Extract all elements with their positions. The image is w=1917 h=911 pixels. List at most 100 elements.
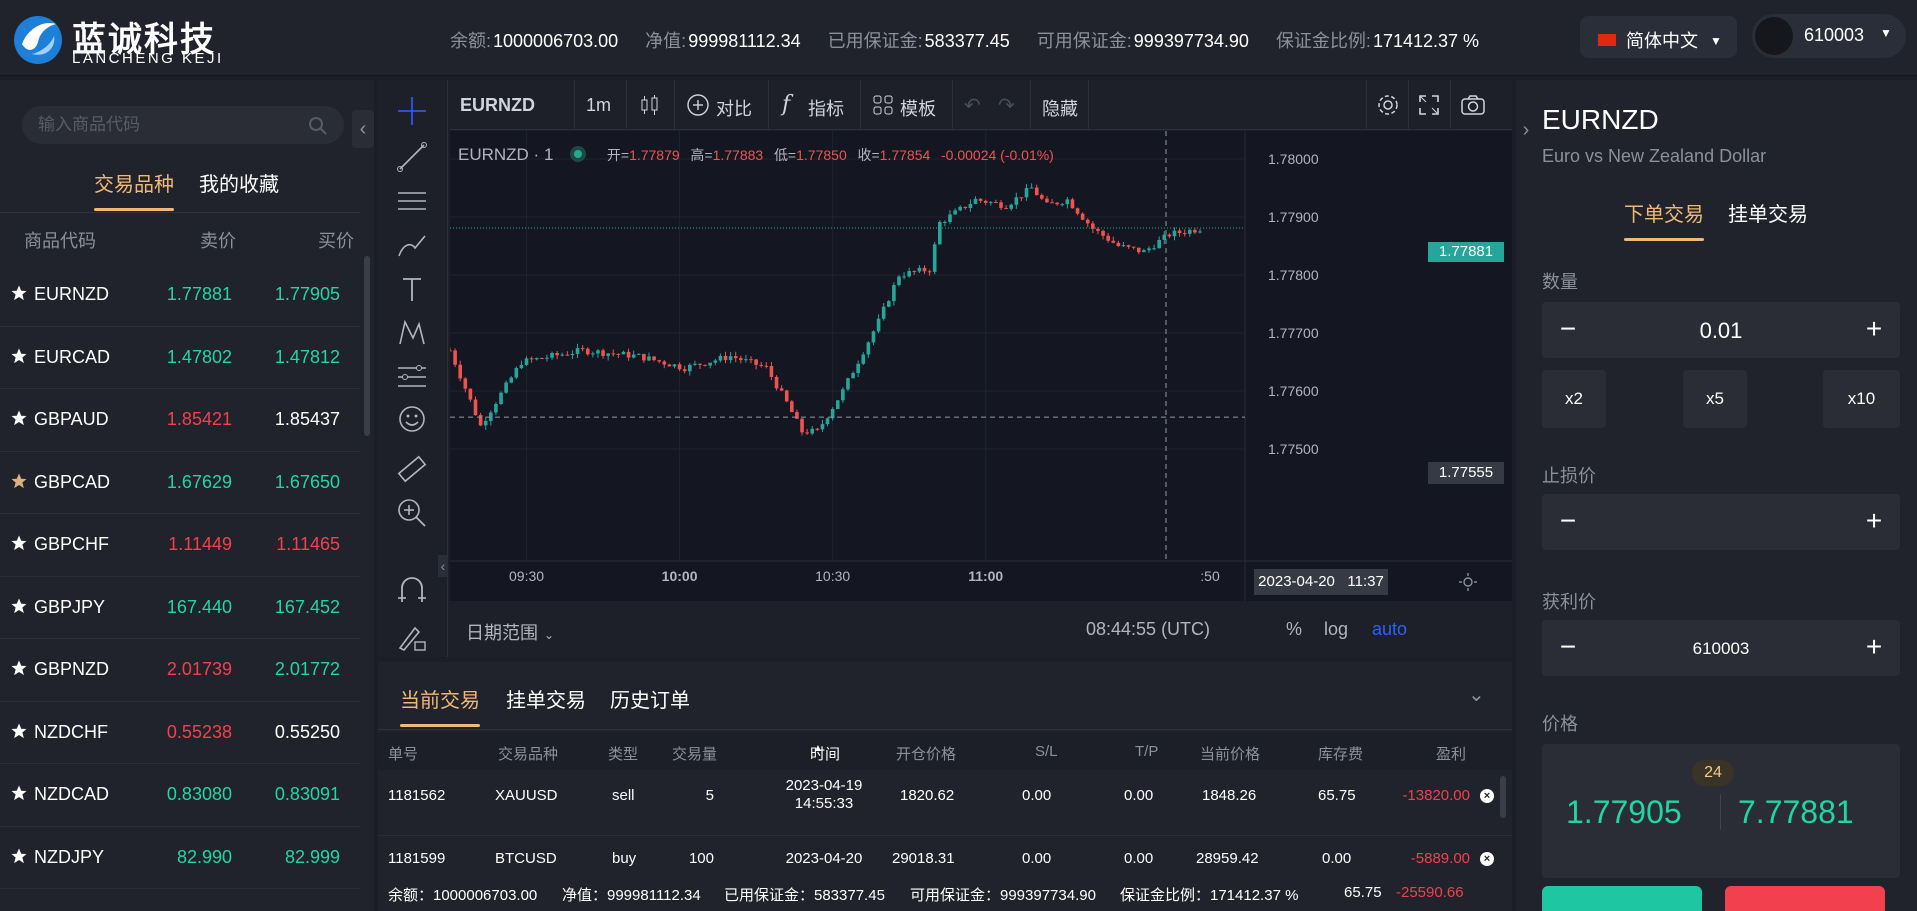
orders-scrollbar[interactable] — [1500, 776, 1506, 818]
tab-trading-symbols[interactable]: 交易品种 — [94, 168, 174, 211]
lock-drawing-icon[interactable] — [395, 620, 429, 654]
tab-current-trades[interactable]: 当前交易 — [400, 684, 480, 727]
fib-icon[interactable] — [395, 360, 429, 394]
list-item[interactable]: GBPJPY 167.440 167.452 — [0, 577, 360, 639]
quantity-value[interactable]: 0.01 — [1602, 318, 1840, 344]
brush-icon[interactable] — [395, 228, 429, 262]
zoom-in-icon[interactable] — [395, 496, 429, 530]
list-item[interactable]: EURNZD 1.77881 1.77905 — [0, 264, 360, 327]
table-row[interactable]: 1181562 XAUUSD sell 5 2023-04-19 14:55:3… — [378, 772, 1512, 836]
stat-balance: 余额: 1000006703.00 — [450, 27, 618, 53]
candle-body — [784, 390, 789, 402]
candle-type-icon[interactable] — [638, 93, 662, 117]
crosshair-icon[interactable] — [395, 94, 429, 128]
divider — [1088, 80, 1089, 130]
list-item[interactable]: EURCAD 1.47802 1.47812 — [0, 327, 360, 389]
multiplier-x2-button[interactable]: x2 — [1542, 370, 1606, 428]
close-position-icon[interactable]: × — [1480, 789, 1494, 803]
plus-icon[interactable]: + — [1858, 506, 1890, 538]
collapse-left-button[interactable]: ‹ — [352, 110, 374, 148]
bid-price: 1.77905 — [1566, 794, 1682, 830]
price-chart[interactable]: 1.78000 1.77900 1.77800 1.77700 1.77600 1.775… — [450, 131, 1512, 601]
compare-button[interactable]: 对比 — [682, 80, 762, 130]
log-scale-button[interactable]: log — [1324, 619, 1348, 640]
list-item[interactable]: NZDCHF 0.55238 0.55250 — [0, 702, 360, 764]
percent-scale-button[interactable]: % — [1286, 619, 1302, 640]
indicators-label: 指标 — [808, 99, 844, 119]
plus-icon[interactable]: + — [1858, 632, 1890, 664]
star-icon[interactable] — [10, 847, 28, 865]
list-item[interactable]: GBPCAD 1.67629 1.67650 — [0, 452, 360, 514]
tab-favorites[interactable]: 我的收藏 — [199, 168, 279, 197]
language-select[interactable]: 简体中文 ▼ — [1580, 16, 1737, 58]
star-icon[interactable] — [10, 347, 28, 365]
plus-icon[interactable]: + — [1858, 314, 1890, 346]
caret-down-icon: ▼ — [1880, 26, 1892, 40]
minus-icon[interactable]: − — [1552, 314, 1584, 346]
interval-button[interactable]: 1m — [586, 95, 611, 116]
indicators-button[interactable]: f 指标 — [776, 80, 856, 130]
symbol-search-input[interactable] — [38, 106, 308, 144]
multiplier-x10-button[interactable]: x10 — [1823, 370, 1900, 428]
candle-body — [468, 388, 473, 400]
multiplier-x5-button[interactable]: x5 — [1683, 370, 1747, 428]
list-item[interactable]: NZDCAD 0.83080 0.83091 — [0, 764, 360, 827]
chart-symbol-button[interactable]: EURNZD — [460, 95, 535, 116]
minus-icon[interactable]: − — [1552, 506, 1584, 538]
stat-value: 999397734.90 — [1133, 31, 1249, 51]
list-item[interactable]: NZDJPY 82.990 82.999 — [0, 827, 360, 889]
redo-icon[interactable]: ↷ — [998, 93, 1015, 118]
list-item[interactable]: GBPCHF 1.11449 1.11465 — [0, 514, 360, 577]
candlestick-chart[interactable]: 1.78000 1.77900 1.77800 1.77700 1.77600 1.775… — [450, 131, 1512, 601]
ruler-icon[interactable] — [395, 452, 429, 486]
divider — [952, 80, 953, 130]
star-icon[interactable] — [10, 284, 28, 302]
star-icon[interactable] — [10, 409, 28, 427]
magnet-icon[interactable] — [395, 574, 429, 608]
user-menu[interactable]: 610003 ▼ — [1752, 14, 1906, 58]
clock[interactable]: 08:44:55 (UTC) — [1086, 619, 1210, 640]
list-item[interactable]: GBPNZD 2.01739 2.01772 — [0, 639, 360, 702]
auto-scale-button[interactable]: auto — [1372, 619, 1407, 640]
star-icon[interactable] — [10, 534, 28, 552]
star-icon[interactable] — [10, 659, 28, 677]
star-icon[interactable] — [10, 597, 28, 615]
collapse-toolbar-icon[interactable]: ‹ — [438, 555, 448, 577]
emoji-icon[interactable] — [395, 402, 429, 436]
scrollbar[interactable] — [364, 256, 370, 436]
star-icon[interactable] — [10, 722, 28, 740]
trend-line-icon[interactable] — [395, 140, 429, 174]
close-position-icon[interactable]: × — [1480, 852, 1494, 866]
date-range-button[interactable]: 日期范围 ⌄ — [466, 619, 554, 645]
star-icon[interactable] — [10, 784, 28, 802]
horizontal-lines-icon[interactable] — [395, 184, 429, 218]
undo-icon[interactable]: ↶ — [964, 93, 981, 118]
text-icon[interactable] — [395, 272, 429, 306]
tab-pending-orders[interactable]: 挂单交易 — [506, 684, 586, 713]
buy-button[interactable] — [1542, 886, 1702, 911]
symbol-code: GBPAUD — [34, 409, 109, 429]
list-item[interactable]: GBPAUD 1.85421 1.85437 — [0, 389, 360, 452]
camera-icon[interactable] — [1460, 93, 1486, 117]
pattern-icon[interactable] — [395, 316, 429, 350]
chevron-down-icon[interactable]: ⌄ — [1468, 682, 1485, 707]
sun-icon[interactable] — [1458, 572, 1478, 592]
search-icon[interactable] — [308, 116, 328, 136]
collapse-right-button[interactable]: › — [1516, 110, 1536, 150]
minus-icon[interactable]: − — [1552, 632, 1584, 664]
templates-button[interactable]: 模板 — [868, 80, 948, 130]
stat-label: 可用保证金: — [1036, 31, 1132, 51]
fullscreen-icon[interactable] — [1418, 94, 1440, 116]
tab-pending-order[interactable]: 挂单交易 — [1728, 198, 1808, 227]
hide-button[interactable]: 隐藏 — [1042, 95, 1078, 121]
candle-body — [958, 206, 963, 211]
settings-icon[interactable] — [1376, 93, 1400, 117]
tab-order-history[interactable]: 历史订单 — [610, 684, 690, 713]
logo-icon — [14, 16, 62, 64]
candle-body — [1126, 245, 1131, 247]
star-icon[interactable] — [10, 472, 28, 490]
x-tick-label: 11:00 — [968, 568, 1003, 584]
sell-button[interactable] — [1725, 886, 1885, 911]
take-profit-value[interactable]: 610003 — [1602, 639, 1840, 659]
tab-market-order[interactable]: 下单交易 — [1624, 198, 1704, 241]
